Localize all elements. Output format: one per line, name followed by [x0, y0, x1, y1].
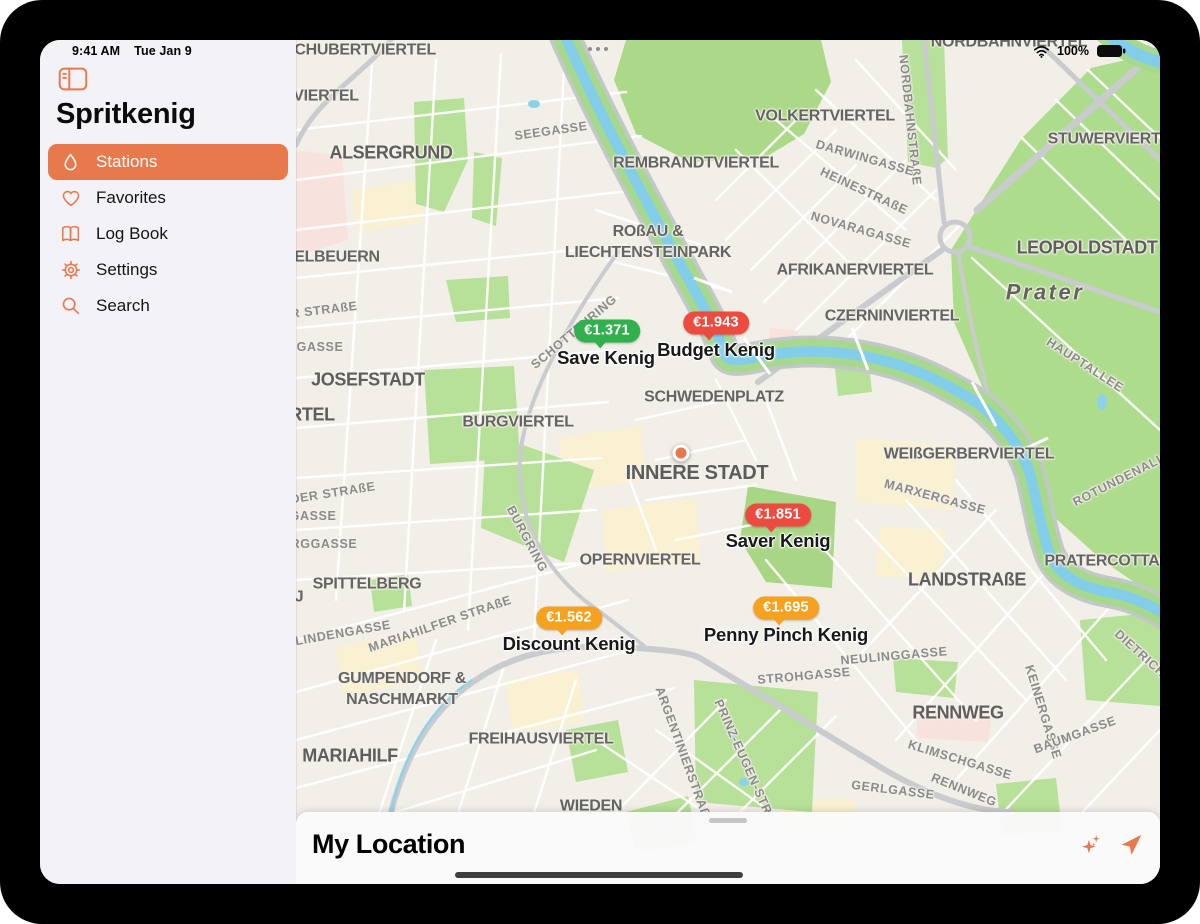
- app-title: Spritkenig: [56, 98, 196, 131]
- sidebar-item-logbook[interactable]: Log Book: [48, 216, 288, 252]
- app-screen: 9:41 AM Tue Jan 9 100% Spritkenig: [40, 40, 1160, 884]
- station-price-bubble[interactable]: €1.562: [536, 607, 602, 630]
- status-date: Tue Jan 9: [134, 44, 192, 58]
- sidebar-item-settings[interactable]: Settings: [48, 252, 288, 288]
- status-time: 9:41 AM: [72, 44, 120, 58]
- station-price-bubble[interactable]: €1.851: [745, 504, 811, 527]
- sidebar: Spritkenig Stations Favorites: [40, 40, 296, 884]
- sidebar-item-label: Settings: [96, 260, 157, 280]
- sidebar-item-label: Search: [96, 296, 150, 316]
- sidebar-item-label: Favorites: [96, 188, 166, 208]
- gear-icon: [58, 258, 83, 283]
- status-bar-right: 100%: [1033, 44, 1126, 58]
- station-price-bubble[interactable]: €1.943: [683, 312, 749, 335]
- ipad-frame: 9:41 AM Tue Jan 9 100% Spritkenig: [0, 0, 1200, 924]
- station-name-label: Save Kenig: [557, 347, 655, 369]
- home-indicator[interactable]: [455, 872, 743, 878]
- map-canvas[interactable]: SCHUBERTVIERTELVIERTELALSERGRUNDSEEGASSE…: [296, 40, 1160, 884]
- book-icon: [58, 222, 83, 247]
- sparkles-icon[interactable]: [1079, 832, 1104, 857]
- navigate-icon[interactable]: [1119, 832, 1144, 857]
- sheet-actions: [1079, 832, 1144, 857]
- sidebar-item-stations[interactable]: Stations: [48, 144, 288, 180]
- map-overflow-dots: [588, 47, 608, 51]
- sidebar-toggle-icon[interactable]: [58, 66, 88, 92]
- user-location-dot: [673, 445, 690, 462]
- search-icon: [58, 294, 83, 319]
- station-name-label: Penny Pinch Kenig: [704, 624, 868, 646]
- sidebar-item-search[interactable]: Search: [48, 288, 288, 324]
- station-name-label: Discount Kenig: [503, 633, 636, 655]
- sheet-title: My Location: [312, 829, 465, 860]
- station-price-bubble[interactable]: €1.695: [753, 597, 819, 620]
- battery-icon: [1096, 44, 1126, 58]
- sidebar-item-favorites[interactable]: Favorites: [48, 180, 288, 216]
- station-name-label: Saver Kenig: [726, 530, 831, 552]
- sidebar-item-label: Stations: [96, 152, 157, 172]
- wifi-icon: [1033, 45, 1050, 58]
- heart-icon: [58, 186, 83, 211]
- fuel-drop-icon: [58, 150, 83, 175]
- sidebar-item-label: Log Book: [96, 224, 168, 244]
- battery-percent: 100%: [1057, 44, 1089, 58]
- map-stations: €1.371 Save Kenig €1.943 Budget Kenig €1.851…: [296, 40, 1160, 884]
- station-price-bubble[interactable]: €1.371: [574, 320, 640, 343]
- status-bar-left: 9:41 AM Tue Jan 9: [72, 44, 192, 58]
- sheet-grab-handle[interactable]: [709, 818, 747, 823]
- sidebar-menu: Stations Favorites Log Book: [48, 144, 288, 324]
- station-name-label: Budget Kenig: [657, 339, 775, 361]
